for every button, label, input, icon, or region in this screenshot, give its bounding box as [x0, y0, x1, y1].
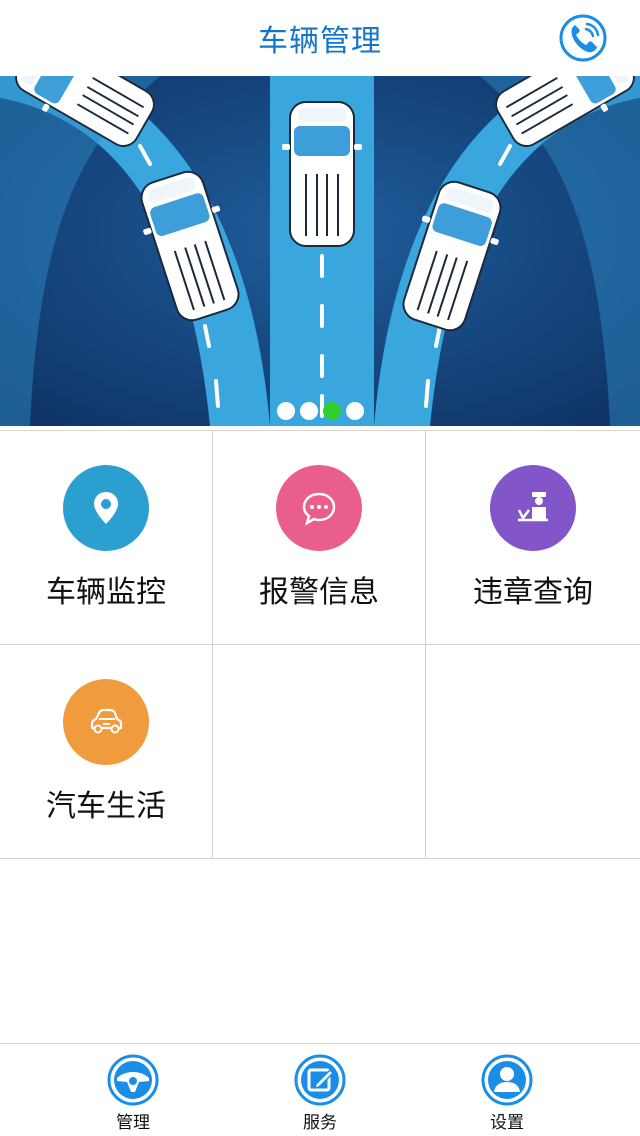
header-bar: 车辆管理 — [0, 0, 640, 76]
grid-item-label: 违章查询 — [473, 575, 593, 610]
feature-grid: 车辆监控 报警信息 违章查询 汽车生活 — [0, 430, 640, 859]
carousel-dot[interactable] — [299, 402, 318, 420]
user-icon — [481, 1054, 533, 1106]
grid-item-label: 汽车生活 — [46, 789, 166, 824]
banner-carousel[interactable] — [0, 76, 640, 426]
phone-icon[interactable] — [558, 13, 608, 63]
carousel-dot-active[interactable] — [322, 402, 341, 420]
tab-label: 设置 — [490, 1113, 524, 1133]
grid-item-car-life[interactable]: 汽车生活 — [0, 645, 213, 859]
grid-item-empty — [213, 645, 426, 859]
carousel-dot[interactable] — [276, 402, 295, 420]
tab-label: 管理 — [116, 1113, 150, 1133]
edit-icon — [294, 1054, 346, 1106]
tab-manage[interactable]: 管理 — [73, 1054, 193, 1134]
tab-service[interactable]: 服务 — [260, 1054, 380, 1134]
tab-label: 服务 — [303, 1113, 337, 1133]
grid-item-violation-query[interactable]: 违章查询 — [426, 431, 640, 645]
grid-item-empty — [426, 645, 640, 859]
page-title: 车辆管理 — [258, 24, 382, 59]
carousel-dots — [0, 402, 640, 420]
car-icon — [63, 679, 149, 765]
traffic-police-icon — [490, 465, 576, 551]
tab-settings[interactable]: 设置 — [447, 1054, 567, 1134]
location-pin-icon — [63, 465, 149, 551]
steering-wheel-icon — [107, 1054, 159, 1106]
grid-item-label: 报警信息 — [259, 575, 379, 610]
carousel-dot[interactable] — [345, 402, 364, 420]
grid-item-vehicle-monitor[interactable]: 车辆监控 — [0, 431, 213, 645]
banner-illustration — [0, 76, 640, 426]
bottom-tab-bar: 管理 服务 设置 — [0, 1043, 640, 1136]
grid-item-alarm-info[interactable]: 报警信息 — [213, 431, 426, 645]
grid-item-label: 车辆监控 — [46, 575, 166, 610]
chat-bubble-icon — [276, 465, 362, 551]
